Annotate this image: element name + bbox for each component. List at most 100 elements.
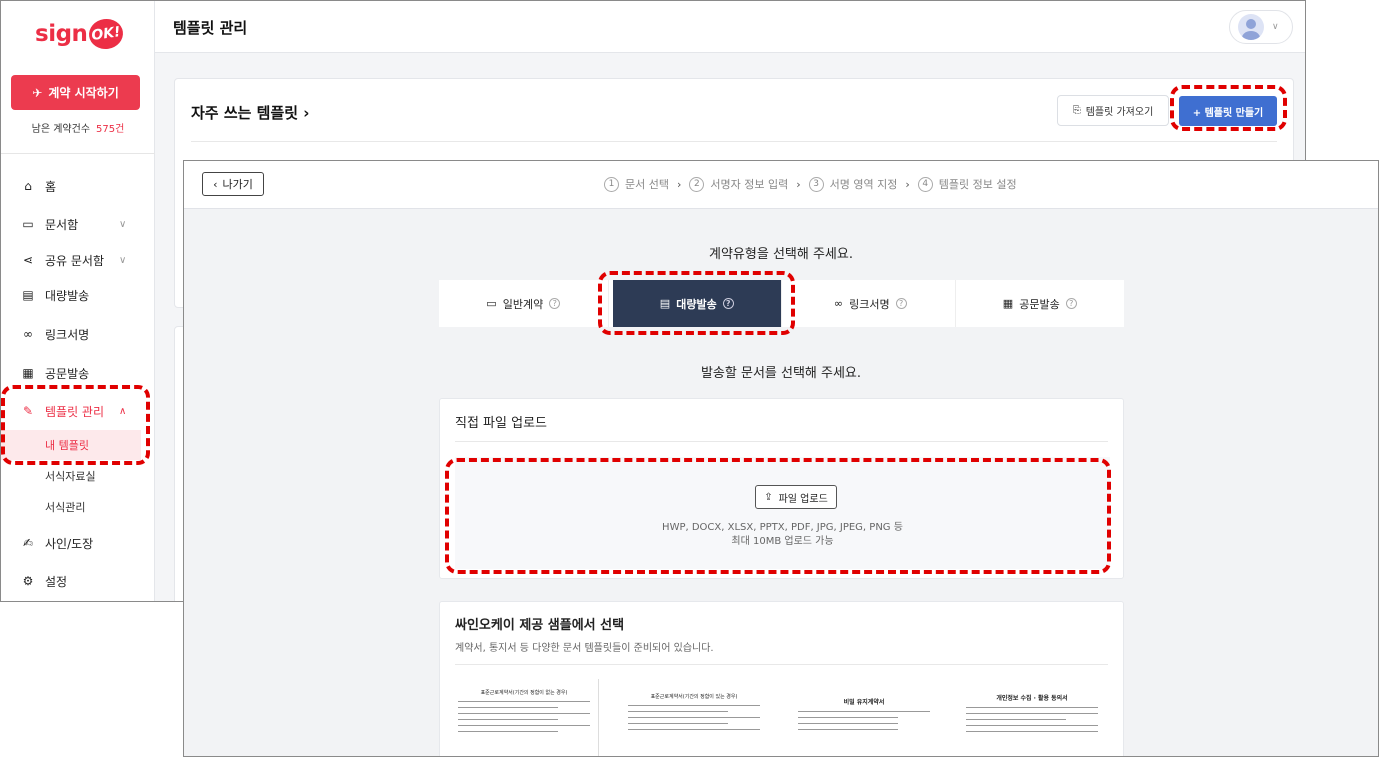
thumbnail-line <box>458 731 558 732</box>
wizard-header: ‹ 나가기 1 문서 선택 › 2 서명자 정보 입력 › 3 서명 영역 지정 › … <box>184 161 1378 209</box>
divider <box>191 141 1277 142</box>
size-limit: 최대 10MB 업로드 가능 <box>731 536 834 547</box>
thumbnail-line <box>628 729 760 730</box>
remaining-contracts: 남은 계약건수 575건 <box>1 120 155 135</box>
page-title: 템플릿 관리 <box>173 19 248 37</box>
step-label: 문서 선택 <box>625 178 669 191</box>
thumbnail-line <box>966 731 1098 732</box>
step-number: 3 <box>808 176 824 192</box>
thumbnail-title: 개인정보 수집 · 활용 동의서 <box>996 695 1068 702</box>
help-icon[interactable]: ? <box>1065 298 1077 309</box>
sidebar-item-signature[interactable]: ✍ 사인/도장 <box>1 528 155 558</box>
sidebar-item-label: 홈 <box>45 179 57 194</box>
thumbnail-line <box>628 705 760 706</box>
logo-badge: OK! <box>87 16 126 52</box>
upload-hint: HWP, DOCX, XLSX, PPTX, PDF, JPG, JPEG, P… <box>455 521 1110 549</box>
sidebar-item-shared-documents[interactable]: ⋖ 공유 문서함 ∨ <box>1 245 155 275</box>
upload-icon: ⇪ <box>764 491 773 503</box>
sidebar-item-link-sign[interactable]: ∞ 링크서명 <box>1 319 155 349</box>
create-template-button[interactable]: + 템플릿 만들기 <box>1179 96 1277 126</box>
sample-thumbnail[interactable]: 표준근로계약서(기간의 정함이 없는 경우) <box>450 679 598 756</box>
sidebar-item-settings[interactable]: ⚙ 설정 <box>1 566 155 596</box>
exit-button[interactable]: ‹ 나가기 <box>202 172 264 196</box>
step-label: 서명자 정보 입력 <box>710 178 789 191</box>
sample-thumbnail[interactable]: 표준근로계약서(기간의 정함이 있는 경우) <box>620 679 768 756</box>
type-label: 대량발송 <box>676 297 717 311</box>
thumbnail-line <box>798 711 930 712</box>
step-4: 4 템플릿 정보 설정 <box>917 176 1017 192</box>
folder-icon: ▭ <box>486 297 497 310</box>
frequent-templates-title: 자주 쓰는 템플릿 <box>191 104 299 122</box>
thumbnail-line <box>628 711 728 712</box>
sidebar-subitem-form-manager[interactable]: 서식관리 <box>1 492 141 522</box>
document-icon: ▦ <box>1002 297 1014 310</box>
file-upload-button[interactable]: ⇪ 파일 업로드 <box>755 485 837 509</box>
help-icon[interactable]: ? <box>549 298 561 309</box>
exit-label: 나가기 <box>222 178 253 191</box>
sidebar-item-label: 문서함 <box>45 217 79 232</box>
step-label: 템플릿 정보 설정 <box>938 178 1017 191</box>
direct-upload-card: 직접 파일 업로드 ⇪ 파일 업로드 HWP, DOCX, XLSX, PPTX… <box>439 398 1124 579</box>
document-prompt: 발송할 문서를 선택해 주세요. <box>700 366 862 381</box>
sample-templates-description: 계약서, 통지서 등 다양한 문서 템플릿들이 준비되어 있습니다. <box>455 643 714 654</box>
step-number: 4 <box>917 176 933 192</box>
sidebar-item-bulk-send[interactable]: ▤ 대량발송 <box>1 280 155 310</box>
thumbnail-line <box>966 719 1066 720</box>
type-label: 일반계약 <box>502 297 544 311</box>
chevron-right-icon: › <box>905 177 910 191</box>
thumbnail-title: 표준근로계약서(기간의 정함이 있는 경우) <box>650 694 738 700</box>
thumbnail-line <box>966 713 1098 714</box>
sidebar-item-label: 대량발송 <box>45 288 90 303</box>
type-label: 공문발송 <box>1019 297 1060 311</box>
chevron-down-icon: ∨ <box>119 218 127 230</box>
thumbnail-title: 표준근로계약서(기간의 정함이 없는 경우) <box>480 690 568 696</box>
start-contract-button[interactable]: ✈ 계약 시작하기 <box>11 75 140 110</box>
chevron-left-icon: ‹ <box>213 177 218 191</box>
frequent-templates-heading[interactable]: 자주 쓰는 템플릿 › <box>191 102 309 123</box>
contract-type-selector: ▭ 일반계약 ? ▤ 대량발송 ? ∞ 링크서명 ? ▦ 공문발송 ? <box>439 280 1124 327</box>
folder-icon: ▭ <box>22 217 34 231</box>
template-icon: ✎ <box>22 404 34 418</box>
help-icon[interactable]: ? <box>722 298 734 309</box>
thumbnail-divider <box>598 679 599 756</box>
thumbnail-line <box>798 729 898 730</box>
user-menu[interactable]: ∨ <box>1229 10 1293 44</box>
thumbnail-line <box>628 723 728 724</box>
avatar <box>1238 14 1264 40</box>
bulk-send-icon: ▤ <box>659 297 671 310</box>
type-general-contract[interactable]: ▭ 일반계약 ? <box>439 280 609 327</box>
template-wizard-window: ‹ 나가기 1 문서 선택 › 2 서명자 정보 입력 › 3 서명 영역 지정 › … <box>183 160 1379 757</box>
type-label: 링크서명 <box>849 297 890 311</box>
import-template-button[interactable]: ⎘ 템플릿 가져오기 <box>1057 95 1169 126</box>
thumbnail-line <box>966 725 1098 726</box>
thumbnail-title: 비밀 유지계약서 <box>843 699 885 706</box>
home-icon: ⌂ <box>24 179 32 193</box>
import-icon: ⎘ <box>1072 105 1081 116</box>
sidebar-item-template-manager[interactable]: ✎ 템플릿 관리 ∧ <box>1 396 155 426</box>
thumbnail-line <box>458 707 558 708</box>
sidebar-subitem-form-library[interactable]: 서식자료실 <box>1 461 141 491</box>
thumbnail-line <box>458 725 590 726</box>
thumbnail-line <box>458 719 558 720</box>
type-bulk-send[interactable]: ▤ 대량발송 ? <box>612 280 782 327</box>
top-bar: 템플릿 관리 ∨ <box>155 1 1305 53</box>
bulk-send-icon: ▤ <box>22 288 34 302</box>
file-dropzone[interactable]: ⇪ 파일 업로드 HWP, DOCX, XLSX, PPTX, PDF, JPG… <box>455 457 1110 569</box>
step-3: 3 서명 영역 지정 <box>808 176 897 192</box>
sample-thumbnail[interactable]: 비밀 유지계약서 <box>790 679 938 756</box>
gear-icon: ⚙ <box>22 574 34 588</box>
thumbnail-line <box>966 707 1098 708</box>
sidebar-item-official-send[interactable]: ▦ 공문발송 <box>1 358 155 388</box>
sidebar-item-home[interactable]: ⌂ 홈 <box>1 171 155 201</box>
sidebar-subitem-my-templates[interactable]: 내 템플릿 <box>1 430 141 460</box>
sample-thumbnail[interactable]: 개인정보 수집 · 활용 동의서 <box>958 679 1106 756</box>
thumbnail-line <box>798 723 898 724</box>
sidebar-item-documents[interactable]: ▭ 문서함 ∨ <box>1 209 155 239</box>
divider <box>455 441 1108 442</box>
type-official-send[interactable]: ▦ 공문발송 ? <box>956 280 1125 327</box>
type-link-sign[interactable]: ∞ 링크서명 ? <box>786 280 956 327</box>
step-2: 2 서명자 정보 입력 <box>689 176 788 192</box>
sample-templates-card: 싸인오케이 제공 샘플에서 선택 계약서, 통지서 등 다양한 문서 템플릿들이… <box>439 601 1124 756</box>
signok-logo[interactable]: sign OK! <box>35 16 126 52</box>
help-icon[interactable]: ? <box>895 298 907 309</box>
